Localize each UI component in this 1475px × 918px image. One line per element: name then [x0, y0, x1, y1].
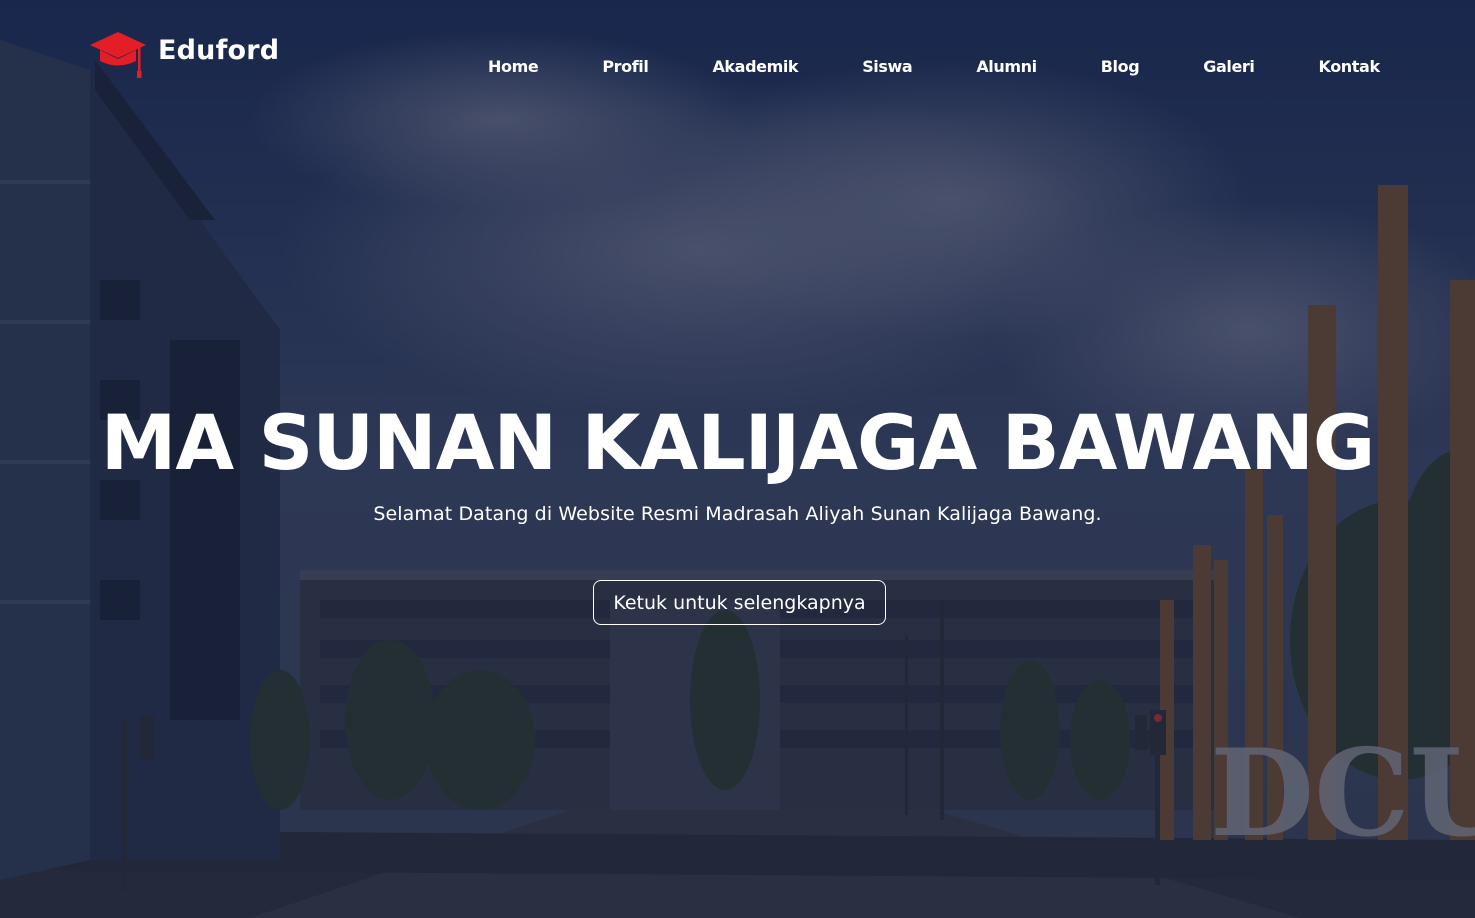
nav-item-siswa[interactable]: Siswa — [862, 57, 913, 76]
nav-item-profil[interactable]: Profil — [602, 57, 649, 76]
nav-item-akademik[interactable]: Akademik — [712, 57, 798, 76]
nav-item-home[interactable]: Home — [488, 57, 539, 76]
read-more-button[interactable]: Ketuk untuk selengkapnya — [593, 580, 886, 625]
brand-logo[interactable]: Eduford — [88, 28, 279, 82]
graduation-cap-icon — [90, 32, 146, 78]
nav-item-alumni[interactable]: Alumni — [976, 57, 1037, 76]
main-nav: Home Profil Akademik Siswa Alumni Blog G… — [488, 57, 1380, 76]
nav-item-kontak[interactable]: Kontak — [1319, 57, 1381, 76]
hero-section: DCU Eduford Home Profil Akademik Siswa A… — [0, 0, 1475, 918]
nav-item-blog[interactable]: Blog — [1101, 57, 1140, 76]
nav-item-galeri[interactable]: Galeri — [1203, 57, 1255, 76]
brand-name: Eduford — [158, 34, 280, 66]
hero-subtitle: Selamat Datang di Website Resmi Madrasah… — [373, 503, 1102, 525]
hero-title: MA SUNAN KALIJAGA BAWANG — [100, 398, 1376, 487]
